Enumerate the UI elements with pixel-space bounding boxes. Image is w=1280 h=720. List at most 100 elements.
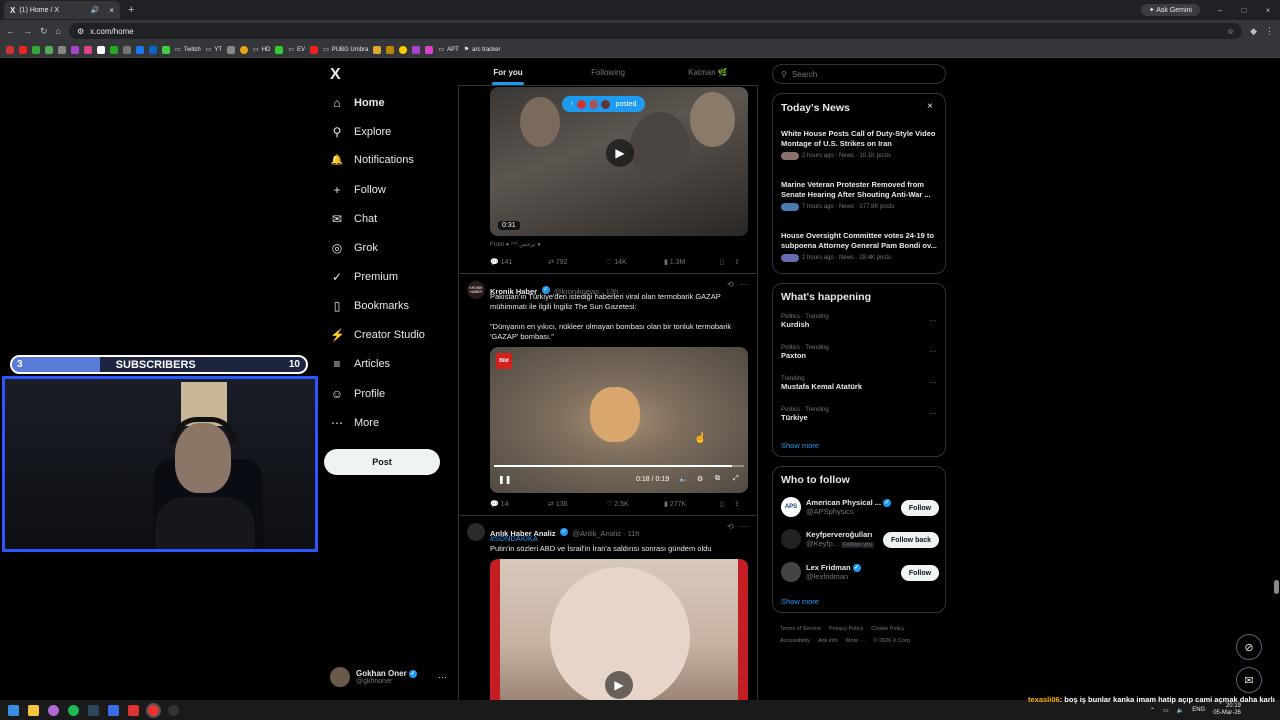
bookmark-favicon-icon[interactable]: [240, 45, 249, 54]
footer-link[interactable]: Cookie Policy: [871, 626, 904, 632]
new-posts-pill[interactable]: ↑ posted: [562, 96, 645, 112]
more-icon[interactable]: ···: [740, 280, 748, 289]
x-logo[interactable]: X: [330, 66, 341, 84]
nav-grok[interactable]: ◎ Grok: [330, 241, 378, 255]
bookmark-favicon-icon[interactable]: [136, 45, 144, 54]
views-button[interactable]: ▮ 1.3M: [664, 258, 720, 266]
reload-icon[interactable]: ↻: [40, 26, 48, 37]
obs-icon[interactable]: [168, 704, 179, 716]
trend-item[interactable]: Politics · Trending Paxton ···: [781, 345, 941, 360]
scrollbar-thumb[interactable]: [1274, 580, 1279, 594]
news-item[interactable]: White House Posts Call of Duty-Style Vid…: [781, 129, 941, 160]
bookmark-favicon-icon[interactable]: [386, 45, 395, 54]
bookmark-favicon-icon[interactable]: [275, 45, 284, 54]
site-info-icon[interactable]: ⚙: [77, 27, 84, 36]
bookmark-hd[interactable]: ▭ HD: [253, 46, 270, 54]
bookmark-favicon-icon[interactable]: [149, 45, 157, 54]
fullscreen-icon[interactable]: ⤢: [733, 475, 739, 483]
more-icon[interactable]: ···: [929, 347, 937, 356]
more-icon[interactable]: ···: [929, 409, 937, 418]
bookmark-favicon-icon[interactable]: [425, 45, 434, 54]
mute-icon[interactable]: 🔊: [91, 6, 100, 14]
trend-item[interactable]: Trending Mustafa Kemal Atatürk ···: [781, 376, 941, 391]
bookmark-favicon-icon[interactable]: [19, 45, 27, 54]
bookmark-favicon-icon[interactable]: [399, 45, 408, 54]
windows-start-icon[interactable]: [8, 704, 19, 716]
share-icon[interactable]: ⇪: [734, 258, 740, 266]
bookmark-favicon-icon[interactable]: [58, 45, 66, 54]
settings-icon[interactable]: ⚙: [697, 475, 703, 483]
retweet-button[interactable]: ⇄ 792: [548, 258, 606, 266]
extensions-icon[interactable]: ◆: [1250, 26, 1257, 37]
chrome-icon[interactable]: [146, 702, 161, 718]
minimize-button[interactable]: –: [1208, 6, 1232, 15]
video-progress-track[interactable]: [494, 465, 744, 467]
language-indicator[interactable]: ENG: [1192, 707, 1205, 713]
nav-more[interactable]: ⋯ More: [330, 416, 379, 430]
steam-icon[interactable]: [88, 704, 99, 716]
footer-link[interactable]: Privacy Policy: [829, 626, 863, 632]
nav-notifications[interactable]: 🔔 Notifications: [330, 154, 414, 166]
show-more-link[interactable]: Show more: [781, 441, 819, 450]
bookmark-yt[interactable]: ▭ YT: [206, 46, 222, 54]
spotify-icon[interactable]: [68, 704, 79, 716]
bookmark-pubg-umbra[interactable]: ▭ PUBG Umbra: [323, 46, 368, 54]
file-explorer-icon[interactable]: [28, 704, 39, 716]
tray-chevron-icon[interactable]: ⌃: [1150, 707, 1155, 714]
more-icon[interactable]: ···: [740, 522, 748, 531]
more-icon[interactable]: ···: [929, 316, 937, 325]
nav-follow[interactable]: + Follow: [330, 183, 385, 197]
bookmark-favicon-icon[interactable]: [310, 45, 319, 54]
like-button[interactable]: ♡ 14K: [606, 258, 664, 266]
nav-bookmarks[interactable]: ▯ Bookmarks: [330, 299, 409, 313]
tab-following[interactable]: Following: [558, 60, 658, 85]
news-item[interactable]: Marine Veteran Protester Removed from Se…: [781, 180, 941, 211]
reply-button[interactable]: 💬 14: [490, 500, 548, 508]
search-input[interactable]: ⚲ Search: [772, 64, 946, 84]
footer-link[interactable]: Accessibility: [780, 638, 810, 644]
hashtag-link[interactable]: #SONDAKİKA: [490, 534, 538, 544]
messages-fab-icon[interactable]: ✉: [1236, 667, 1262, 693]
bookmark-favicon-icon[interactable]: [373, 45, 382, 54]
url-input[interactable]: ⚙ x.com/home ☆: [68, 23, 1243, 39]
bookmark-favicon-icon[interactable]: [97, 45, 105, 54]
nav-articles[interactable]: ≡ Articles: [330, 357, 390, 371]
reply-button[interactable]: 💬 141: [490, 258, 548, 266]
like-button[interactable]: ♡ 2.5K: [606, 500, 664, 508]
show-more-link[interactable]: Show more: [781, 597, 819, 606]
close-icon[interactable]: ×: [927, 101, 933, 112]
follow-button[interactable]: Follow: [901, 565, 939, 581]
tab-katman[interactable]: Katman 🌿: [658, 60, 758, 85]
author-handle[interactable]: @Anlik_Analiz · 11h: [572, 529, 639, 538]
post-button[interactable]: Post: [324, 449, 440, 475]
nav-premium[interactable]: ✓ Premium: [330, 270, 398, 284]
bookmark-icon[interactable]: ▯: [720, 500, 734, 508]
app-icon[interactable]: [48, 704, 59, 716]
views-button[interactable]: ▮ 277K: [664, 500, 720, 508]
footer-link[interactable]: Ads info: [818, 638, 838, 644]
avatar[interactable]: [467, 523, 485, 541]
avatar[interactable]: KRONIK HABER: [467, 281, 485, 299]
forward-icon[interactable]: →: [23, 26, 32, 36]
footer-link[interactable]: More ···: [846, 638, 866, 644]
tweet-video[interactable]: ▶: [490, 559, 748, 700]
nav-creator-studio[interactable]: ⚡ Creator Studio: [330, 328, 425, 342]
grok-icon[interactable]: ⟲: [727, 280, 734, 289]
bookmark-icon[interactable]: ▯: [720, 258, 734, 266]
bookmark-favicon-icon[interactable]: [71, 45, 79, 54]
nav-explore[interactable]: ⚲ Explore: [330, 125, 392, 139]
bookmark-apt[interactable]: ▭ APT: [438, 46, 458, 54]
tab-for-you[interactable]: For you: [458, 60, 558, 85]
page-scrollbar[interactable]: [1273, 60, 1280, 700]
trend-item[interactable]: Politics · Trending Kurdish ···: [781, 314, 941, 329]
close-window-button[interactable]: ×: [1256, 6, 1280, 15]
volume-icon[interactable]: 🔈: [1177, 707, 1184, 714]
bookmark-ev[interactable]: ▭ EV: [288, 46, 305, 54]
bookmark-star-icon[interactable]: ☆: [1227, 27, 1234, 36]
browser-tab[interactable]: X (1) Home / X 🔊 ×: [4, 1, 120, 19]
play-icon[interactable]: ▶: [605, 671, 633, 699]
maximize-button[interactable]: □: [1232, 6, 1256, 15]
bookmark-favicon-icon[interactable]: [32, 45, 40, 54]
bookmark-favicon-icon[interactable]: [123, 45, 131, 54]
more-icon[interactable]: ···: [929, 378, 937, 387]
